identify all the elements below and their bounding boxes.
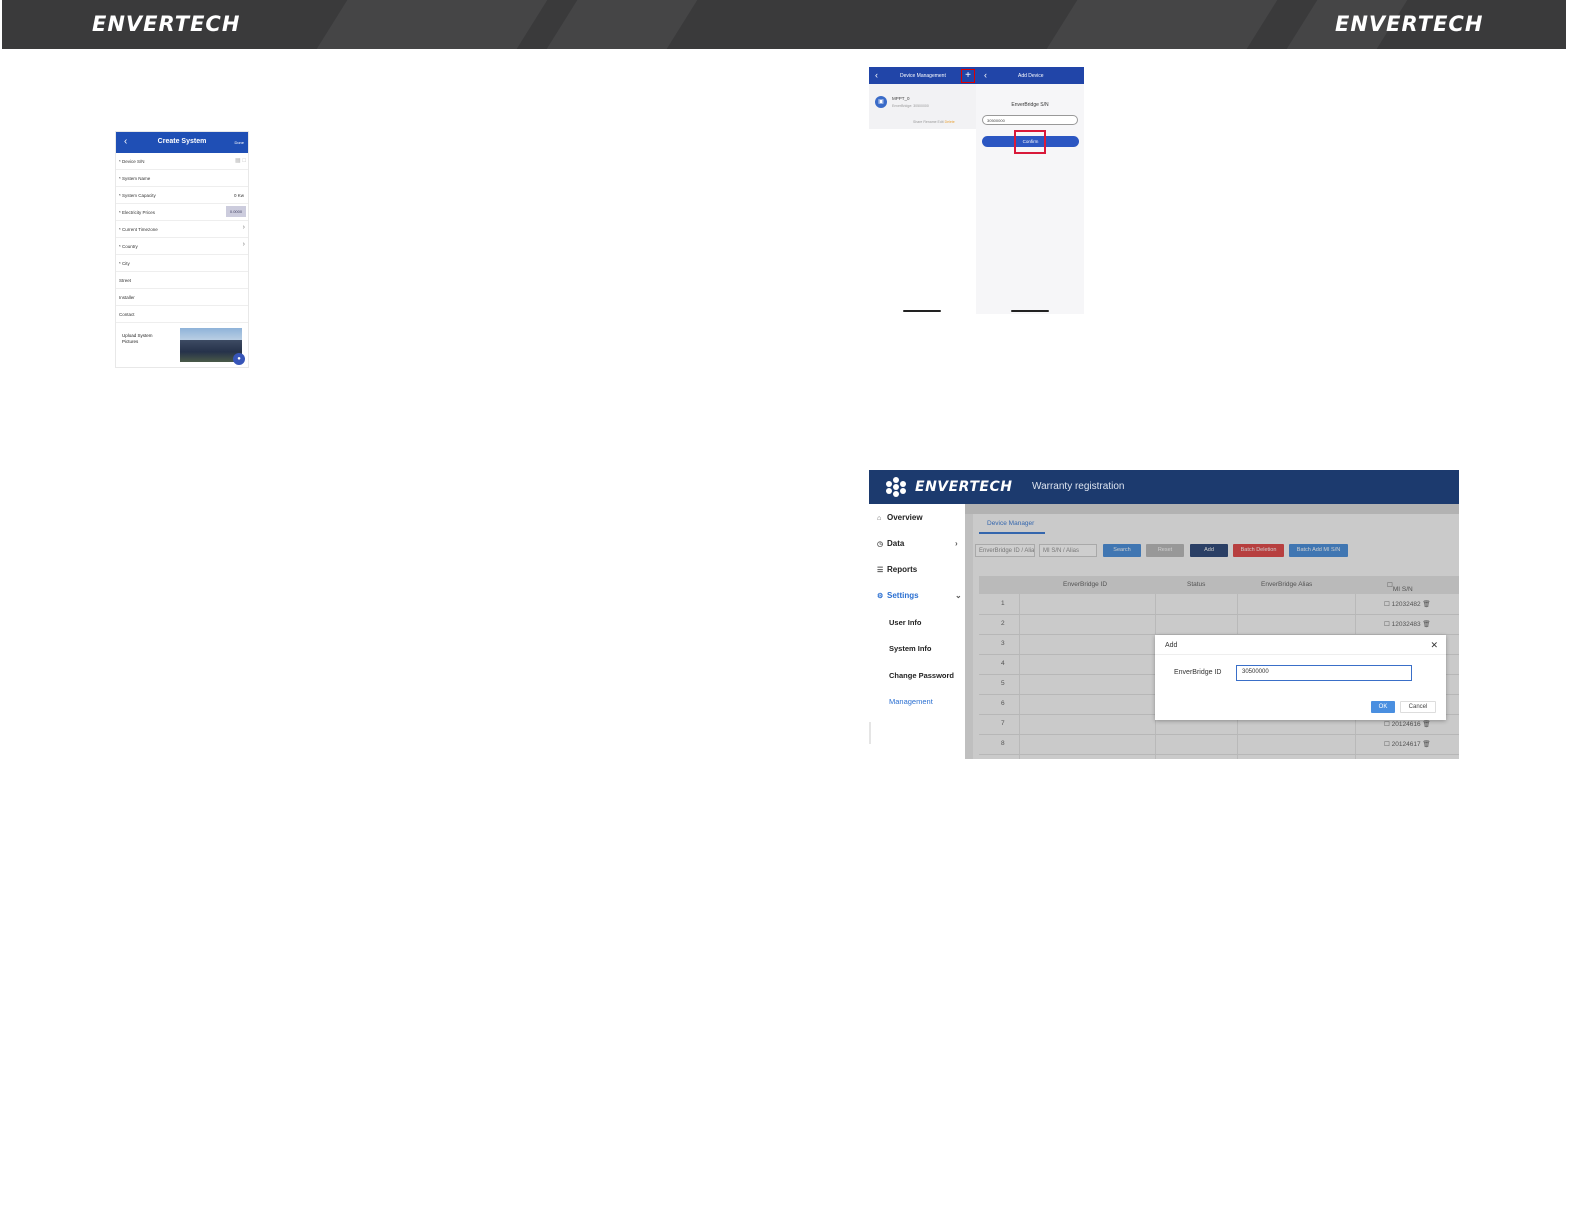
- field-city[interactable]: * City: [116, 255, 248, 272]
- field-timezone[interactable]: * Current Timezone ›: [116, 221, 248, 238]
- field-electricity-prices[interactable]: * Electricity Prices 0.0000: [116, 204, 248, 221]
- logo-left: ENVERTECH: [92, 12, 241, 36]
- field-label: * City: [119, 261, 130, 266]
- subnav-change-password[interactable]: Change Password: [889, 671, 954, 680]
- web-portal: ENVERTECH Warranty registration ⌂ Overvie…: [869, 470, 1459, 759]
- sn-label: EnverBridge S/N: [1011, 102, 1049, 108]
- subnav-system-info[interactable]: System Info: [889, 644, 932, 653]
- device-list: ▣ MPPT_0 EnverBridge: 30500000 Share Ren…: [869, 84, 976, 314]
- nav-label: Settings: [887, 591, 919, 600]
- scan-icon[interactable]: ▦ □: [235, 157, 246, 164]
- sidebar-divider: [869, 722, 871, 744]
- chevron-right-icon: ›: [955, 539, 958, 548]
- field-system-name[interactable]: * System Name: [116, 170, 248, 187]
- field-device-sn[interactable]: * Device S/N ▦ □: [116, 153, 248, 170]
- web-brand: ENVERTECH: [915, 479, 1013, 495]
- sn-input[interactable]: 30500000: [982, 115, 1078, 125]
- device-management-screen: ‹ Device Management + ‹ Add Device ▣ MPP…: [869, 67, 1084, 314]
- add-device-title: Add Device: [1018, 73, 1044, 79]
- cancel-button[interactable]: Cancel: [1400, 701, 1436, 713]
- camera-icon[interactable]: ●: [233, 353, 245, 365]
- field-label: Contact: [119, 312, 135, 317]
- back-icon[interactable]: ‹: [984, 70, 987, 80]
- enverbridge-id-input[interactable]: 30500000: [1236, 665, 1412, 681]
- chevron-down-icon: ⌄: [955, 591, 962, 600]
- nav-label: Data: [887, 539, 905, 548]
- home-icon: ⌂: [877, 515, 882, 522]
- upload-label: Upload System Pictures: [122, 333, 153, 344]
- field-label: * Current Timezone: [119, 227, 158, 232]
- logo-right: ENVERTECH: [1335, 12, 1484, 36]
- device-actions: Share Rename Edit Delete: [913, 120, 955, 124]
- field-label: * Country: [119, 244, 138, 249]
- field-label: Installer: [119, 295, 135, 300]
- edit-action[interactable]: Edit: [938, 120, 944, 124]
- clock-icon: ◷: [877, 541, 884, 548]
- device-management-header: ‹ Device Management +: [869, 67, 976, 84]
- home-indicator: [1011, 310, 1049, 312]
- gear-icon: ⚙: [877, 593, 884, 600]
- nav-reports[interactable]: ☰ Reports: [877, 565, 917, 574]
- field-label: Street: [119, 278, 132, 283]
- rename-action[interactable]: Rename: [923, 120, 936, 124]
- chevron-right-icon: ›: [242, 241, 245, 248]
- field-system-capacity[interactable]: * System Capacity 0 Kw: [116, 187, 248, 204]
- header-stripe: [1046, 0, 1278, 49]
- field-label: * Electricity Prices: [119, 210, 156, 215]
- chevron-right-icon: ›: [242, 224, 245, 231]
- add-device-panel: EnverBridge S/N 30500000 Confirm: [976, 84, 1084, 314]
- device-name: MPPT_0: [892, 96, 910, 101]
- field-street[interactable]: Street: [116, 272, 248, 289]
- create-system-title: Create System: [157, 138, 207, 145]
- field-value: 0 Kw: [233, 193, 244, 198]
- sidebar: ⌂ Overview ◷ Data › ☰ Reports ⚙ Settings ⌄ U…: [869, 504, 965, 759]
- ok-button[interactable]: OK: [1371, 701, 1395, 713]
- field-label: * Device S/N: [119, 159, 145, 164]
- field-installer[interactable]: Installer: [116, 289, 248, 306]
- close-icon[interactable]: ✕: [1430, 640, 1438, 651]
- page-title: Warranty registration: [1032, 481, 1125, 492]
- dialog-divider: [1155, 654, 1446, 655]
- back-icon[interactable]: ‹: [875, 70, 878, 80]
- field-contact[interactable]: Contact: [116, 306, 248, 323]
- upload-pictures: Upload System Pictures ●: [116, 323, 248, 367]
- delete-action[interactable]: Delete: [945, 120, 955, 124]
- device-card[interactable]: ▣ MPPT_0 EnverBridge: 30500000 Share Ren…: [869, 84, 976, 129]
- home-indicator: [903, 310, 941, 312]
- price-value[interactable]: 0.0000: [226, 206, 246, 217]
- web-header: ENVERTECH Warranty registration: [869, 470, 1459, 504]
- device-management-title: Device Management: [900, 73, 946, 79]
- done-button[interactable]: Done: [234, 140, 244, 145]
- dialog-label: EnverBridge ID: [1174, 669, 1222, 676]
- confirm-highlight: [1014, 130, 1046, 154]
- share-action[interactable]: Share: [913, 120, 922, 124]
- device-icon: ▣: [875, 96, 887, 108]
- nav-overview[interactable]: ⌂ Overview: [877, 513, 923, 522]
- create-system-header: ‹ Create System Done: [116, 132, 248, 153]
- create-system-screen: ‹ Create System Done * Device S/N ▦ □ * …: [115, 131, 249, 368]
- nav-data[interactable]: ◷ Data ›: [877, 539, 958, 548]
- device-sub: EnverBridge: 30500000: [892, 104, 929, 108]
- header-stripe: [546, 0, 698, 49]
- modal-overlay: [965, 504, 1459, 759]
- subnav-user-info[interactable]: User Info: [889, 618, 922, 627]
- field-label: * System Name: [119, 176, 151, 181]
- field-label: * System Capacity: [119, 193, 156, 198]
- header-stripe: [316, 0, 548, 49]
- add-device-button[interactable]: +: [961, 69, 975, 83]
- nav-settings[interactable]: ⚙ Settings ⌄: [877, 591, 962, 600]
- add-device-header: ‹ Add Device: [976, 67, 1084, 84]
- nav-label: Overview: [887, 513, 923, 522]
- subnav-management[interactable]: Management: [889, 697, 933, 706]
- layers-icon: ☰: [877, 567, 884, 574]
- add-dialog: Add ✕ EnverBridge ID 30500000 OK Cancel: [1155, 635, 1446, 720]
- header-band: ENVERTECH ENVERTECH: [2, 0, 1566, 49]
- dialog-title: Add: [1165, 642, 1178, 649]
- envertech-mark-icon: [883, 477, 909, 497]
- nav-label: Reports: [887, 565, 918, 574]
- field-country[interactable]: * Country ›: [116, 238, 248, 255]
